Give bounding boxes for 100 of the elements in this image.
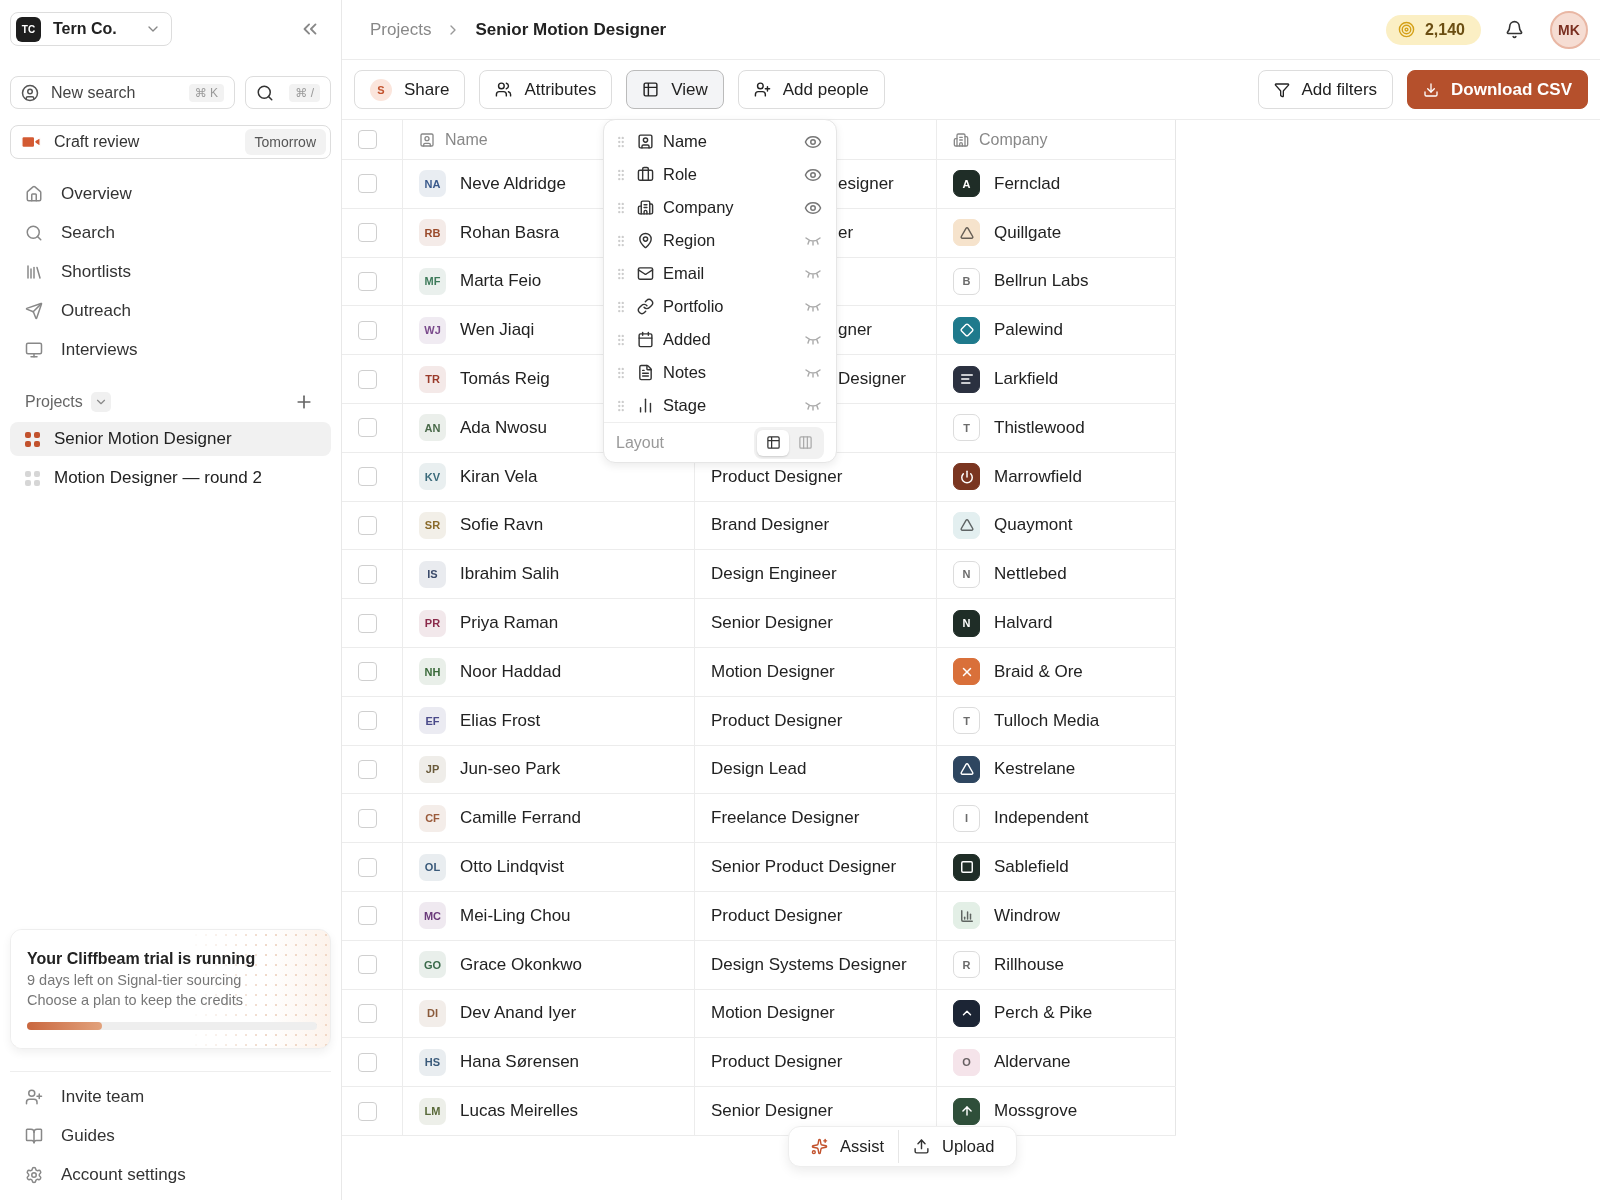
company-name: Kestrelane	[994, 759, 1076, 780]
eye-closed-icon[interactable]	[804, 399, 822, 412]
row-checkbox[interactable]	[358, 1101, 377, 1121]
download-csv-button[interactable]: Download CSV	[1407, 70, 1588, 109]
company-name: Windrow	[994, 905, 1061, 926]
row-checkbox[interactable]	[358, 320, 377, 340]
row-checkbox[interactable]	[358, 955, 377, 975]
field-option[interactable]: Name	[604, 125, 836, 158]
nav-item[interactable]: Invite team	[10, 1080, 331, 1114]
eye-closed-icon[interactable]	[804, 267, 822, 280]
meeting-time: Tomorrow	[244, 129, 326, 155]
attributes-button[interactable]: Attributes	[479, 70, 613, 109]
settings-icon	[25, 1166, 43, 1184]
assist-button[interactable]: Assist	[797, 1130, 898, 1163]
candidate-name: Jun-seo Park	[460, 759, 561, 780]
row-checkbox[interactable]	[358, 711, 377, 731]
eye-closed-icon[interactable]	[804, 234, 822, 247]
candidate-name: Rohan Basra	[460, 222, 560, 243]
row-checkbox[interactable]	[358, 369, 377, 389]
field-option[interactable]: Added	[604, 323, 836, 356]
candidate-name: Lucas Meirelles	[460, 1101, 579, 1122]
company-name: Quaymont	[994, 515, 1073, 536]
row-checkbox[interactable]	[358, 906, 377, 926]
home-icon	[25, 185, 43, 203]
eye-closed-icon[interactable]	[804, 366, 822, 379]
user-avatar[interactable]: MK	[1550, 10, 1588, 49]
role-text: Design Engineer	[711, 564, 837, 585]
row-checkbox[interactable]	[358, 808, 377, 828]
contact-card-icon	[637, 133, 654, 150]
project-item[interactable]: Senior Motion Designer	[10, 422, 331, 456]
share-button[interactable]: S Share	[354, 70, 466, 109]
field-option[interactable]: Notes	[604, 356, 836, 389]
column-header[interactable]: Name	[419, 130, 488, 149]
initials-avatar: DI	[419, 999, 446, 1027]
role-text: Product Designer	[711, 1052, 843, 1073]
expand-toggle[interactable]	[90, 392, 111, 412]
breadcrumb-current[interactable]: Senior Motion Designer	[475, 19, 667, 40]
candidate-name: Tomás Reig	[460, 369, 550, 390]
nav-item[interactable]: Overview	[10, 177, 331, 211]
users-icon	[495, 81, 513, 98]
row-checkbox[interactable]	[358, 1052, 377, 1072]
download-icon	[1423, 81, 1440, 98]
role-text: Senior Designer	[711, 1101, 833, 1122]
field-option[interactable]: Role	[604, 158, 836, 191]
row-checkbox[interactable]	[358, 515, 377, 535]
role-text: Motion Designer	[711, 1003, 835, 1024]
select-all-checkbox[interactable]	[358, 130, 377, 149]
project-item[interactable]: Motion Designer — round 2	[10, 461, 331, 495]
candidate-name: Grace Okonkwo	[460, 954, 582, 975]
row-checkbox[interactable]	[358, 418, 377, 438]
role-text: esigner	[838, 173, 894, 194]
layout-label: Layout	[616, 433, 666, 452]
nav-item[interactable]: Search	[10, 216, 331, 250]
row-checkbox[interactable]	[358, 272, 377, 291]
row-checkbox[interactable]	[358, 564, 377, 584]
nav-item[interactable]: Shortlists	[10, 255, 331, 289]
workspace-switcher[interactable]: TC Tern Co.	[10, 12, 172, 46]
sparkles-icon	[811, 1138, 828, 1155]
paper-plane-icon	[25, 302, 43, 320]
nav-item[interactable]: Interviews	[10, 333, 331, 367]
column-header[interactable]: Company	[953, 130, 1048, 149]
meeting-card[interactable]: Craft review Tomorrow	[10, 125, 331, 159]
company-logo: T	[953, 707, 980, 735]
initials-avatar: EF	[419, 707, 446, 735]
upload-button[interactable]: Upload	[898, 1130, 1009, 1163]
candidate-name: Dev Anand Iyer	[460, 1003, 577, 1024]
field-option[interactable]: Region	[604, 224, 836, 257]
row-checkbox[interactable]	[358, 1003, 377, 1023]
row-checkbox[interactable]	[358, 174, 377, 194]
table-layout-button[interactable]	[757, 429, 789, 456]
add-people-button[interactable]: Add people	[737, 70, 885, 109]
breadcrumb-link[interactable]: Projects	[370, 19, 432, 40]
row-checkbox[interactable]	[358, 613, 377, 633]
new-search-button[interactable]: New search ⌘ K	[10, 76, 235, 109]
row-checkbox[interactable]	[358, 857, 377, 877]
company-logo: T	[953, 414, 980, 442]
view-button[interactable]: View	[626, 70, 724, 109]
candidate-name: Otto Lindqvist	[460, 857, 564, 878]
field-option[interactable]: Company	[604, 191, 836, 224]
nav-item[interactable]: Guides	[10, 1119, 331, 1153]
eye-closed-icon[interactable]	[804, 300, 822, 313]
initials-avatar: WJ	[419, 316, 446, 344]
nav-item[interactable]: Outreach	[10, 294, 331, 328]
eye-closed-icon[interactable]	[804, 333, 822, 346]
row-checkbox[interactable]	[358, 759, 377, 779]
field-option[interactable]: Portfolio	[604, 290, 836, 323]
calendar-icon	[637, 331, 654, 348]
row-checkbox[interactable]	[358, 662, 377, 682]
shortcut-hint: ⌘ /	[289, 83, 320, 102]
initials-avatar: MF	[419, 268, 446, 295]
field-option[interactable]: Stage	[604, 389, 836, 422]
candidate-name: Wen Jiaqi	[460, 320, 535, 341]
company-logo: O	[953, 1048, 980, 1076]
field-option[interactable]: Email	[604, 257, 836, 290]
row-checkbox[interactable]	[358, 223, 377, 243]
add-filters-button[interactable]: Add filters	[1257, 70, 1394, 109]
trial-title: Your Cliffbeam trial is running	[27, 950, 257, 968]
row-checkbox[interactable]	[358, 467, 377, 487]
trial-text: Choose a plan to keep the credits	[27, 992, 245, 1008]
nav-item[interactable]: Account settings	[10, 1158, 331, 1192]
